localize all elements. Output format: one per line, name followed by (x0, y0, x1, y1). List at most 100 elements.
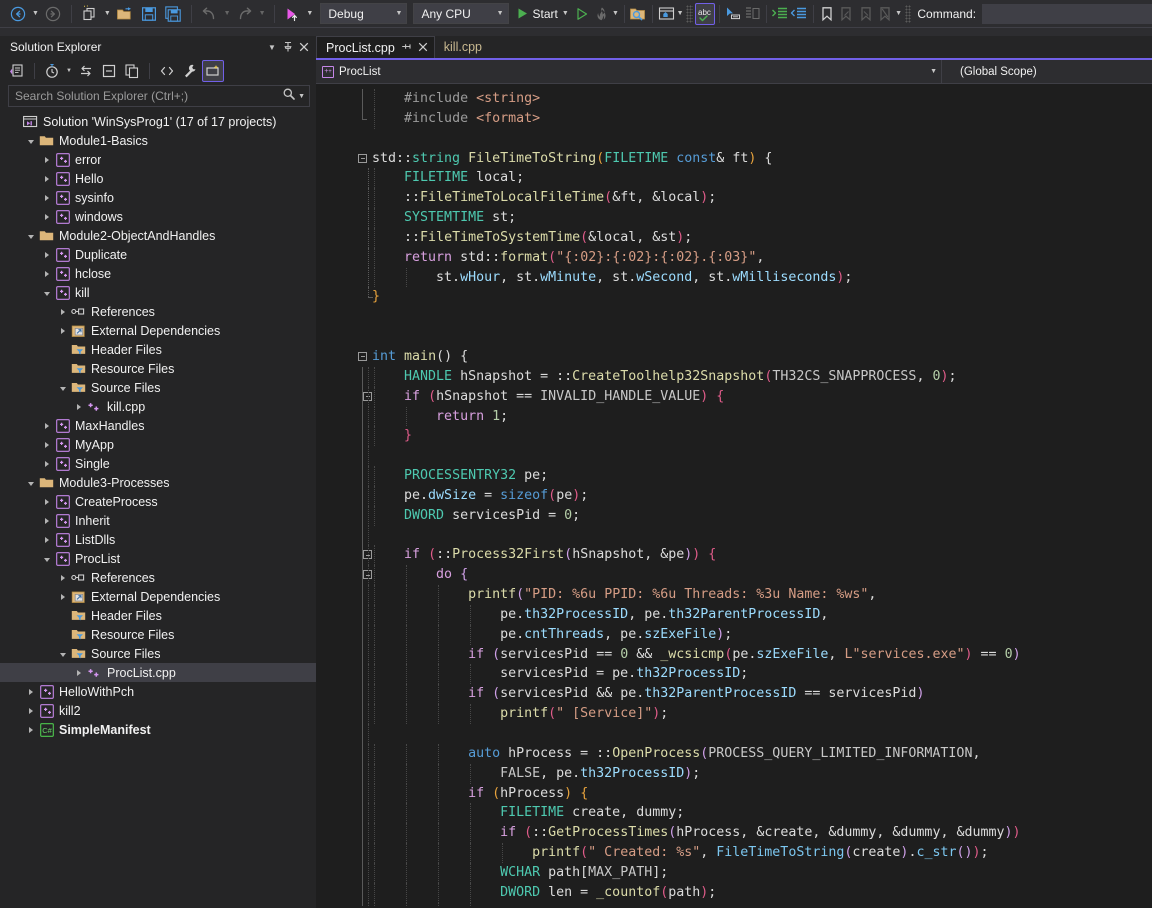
open-file-icon[interactable] (113, 3, 137, 25)
start-debug-button[interactable]: Start ▼ (512, 3, 573, 25)
tree-item-source-files[interactable]: Source Files (0, 378, 316, 397)
editor-glyph-margin[interactable] (316, 526, 372, 546)
save-all-icon[interactable] (161, 3, 185, 25)
hot-reload-icon[interactable] (592, 3, 611, 25)
decrease-indent-icon[interactable] (790, 3, 809, 25)
toolbar-grip-2[interactable] (905, 5, 911, 23)
collapse-arrow-icon[interactable] (56, 378, 70, 397)
chevron-down-icon[interactable]: ▼ (562, 10, 569, 17)
editor-glyph-margin[interactable] (316, 268, 372, 288)
navigate-back-dropdown-icon[interactable]: ▼ (30, 3, 41, 25)
expand-arrow-icon[interactable] (72, 663, 86, 682)
editor-glyph-margin[interactable] (316, 784, 372, 804)
tree-item-references[interactable]: References (0, 568, 316, 587)
hot-reload-dropdown-icon[interactable]: ▼ (611, 3, 620, 25)
editor-glyph-margin[interactable] (316, 89, 372, 109)
properties-wrench-icon[interactable] (179, 60, 201, 82)
undo-icon[interactable] (198, 3, 222, 25)
editor-glyph-margin[interactable] (316, 426, 372, 446)
tree-item-external-dependencies[interactable]: External Dependencies (0, 321, 316, 340)
tree-item-external-dependencies[interactable]: External Dependencies (0, 587, 316, 606)
editor-glyph-margin[interactable] (316, 307, 372, 327)
close-icon[interactable] (296, 39, 312, 55)
editor-glyph-margin[interactable] (316, 188, 372, 208)
bookmark-overflow-icon[interactable]: ▼ (894, 3, 903, 25)
project-scope-dropdown[interactable]: ++ ProcList ▼ (316, 60, 942, 83)
editor-glyph-margin[interactable] (316, 248, 372, 268)
tree-item-header-files[interactable]: Header Files (0, 606, 316, 625)
editor-glyph-margin[interactable] (316, 843, 372, 863)
member-scope-dropdown[interactable]: (Global Scope) (942, 60, 1152, 83)
search-options-dropdown-icon[interactable]: ▼ (298, 93, 305, 100)
expand-arrow-icon[interactable] (56, 568, 70, 587)
editor-glyph-margin[interactable] (316, 565, 372, 585)
editor-glyph-margin[interactable] (316, 129, 372, 149)
tree-item-kill-cpp[interactable]: kill.cpp (0, 397, 316, 416)
tree-item-duplicate[interactable]: Duplicate (0, 245, 316, 264)
tree-item-resource-files[interactable]: Resource Files (0, 359, 316, 378)
tree-item-sysinfo[interactable]: sysinfo (0, 188, 316, 207)
close-tab-icon[interactable] (418, 41, 428, 55)
expand-arrow-icon[interactable] (56, 321, 70, 340)
tree-item-header-files[interactable]: Header Files (0, 340, 316, 359)
document-tab-proclist-cpp[interactable]: ProcList.cpp (316, 36, 435, 58)
editor-glyph-margin[interactable] (316, 466, 372, 486)
editor-glyph-margin[interactable] (316, 903, 372, 906)
tree-item-maxhandles[interactable]: MaxHandles (0, 416, 316, 435)
code-editor-surface[interactable]: #include <string> #include <format> std:… (316, 84, 1152, 906)
editor-glyph-margin[interactable] (316, 506, 372, 526)
editor-glyph-margin[interactable] (316, 605, 372, 625)
new-project-dropdown-icon[interactable]: ▼ (102, 3, 113, 25)
expand-arrow-icon[interactable] (40, 188, 54, 207)
spell-check-abc-icon[interactable]: abc (695, 3, 715, 25)
tree-item-inherit[interactable]: Inherit (0, 511, 316, 530)
source-code[interactable]: #include <string> #include <format> std:… (316, 84, 1152, 906)
tree-item-resource-files[interactable]: Resource Files (0, 625, 316, 644)
editor-glyph-margin[interactable] (316, 645, 372, 665)
editor-glyph-margin[interactable] (316, 208, 372, 228)
pin-icon[interactable] (280, 39, 296, 55)
expand-arrow-icon[interactable] (40, 435, 54, 454)
expand-arrow-icon[interactable] (40, 530, 54, 549)
toolbar-grip[interactable] (686, 5, 692, 23)
document-tab-kill-cpp[interactable]: kill.cpp (435, 36, 488, 58)
editor-glyph-margin[interactable] (316, 149, 372, 169)
tree-item-simplemanifest[interactable]: C#SimpleManifest (0, 720, 316, 739)
expand-arrow-icon[interactable] (56, 587, 70, 606)
tree-item-source-files[interactable]: Source Files (0, 644, 316, 663)
tree-item-module3-processes[interactable]: Module3-Processes (0, 473, 316, 492)
view-code-icon[interactable] (6, 60, 28, 82)
collapse-arrow-icon[interactable] (24, 131, 38, 150)
comment-selection-icon[interactable] (724, 3, 743, 25)
editor-glyph-margin[interactable] (316, 545, 372, 565)
new-project-icon[interactable] (78, 3, 102, 25)
find-in-files-icon[interactable] (629, 3, 648, 25)
tree-item-listdlls[interactable]: ListDlls (0, 530, 316, 549)
solution-explorer-window-icon[interactable] (657, 3, 676, 25)
tree-item-createprocess[interactable]: CreateProcess (0, 492, 316, 511)
collapse-arrow-icon[interactable] (24, 473, 38, 492)
editor-glyph-margin[interactable] (316, 347, 372, 367)
expand-arrow-icon[interactable] (56, 302, 70, 321)
expand-arrow-icon[interactable] (40, 454, 54, 473)
sync-with-active-document-icon[interactable] (75, 60, 97, 82)
filter-dropdown-icon[interactable]: ▼ (64, 60, 74, 82)
editor-glyph-margin[interactable] (316, 585, 372, 605)
editor-glyph-margin[interactable] (316, 367, 372, 387)
editor-glyph-margin[interactable] (316, 823, 372, 843)
editor-glyph-margin[interactable] (316, 486, 372, 506)
expand-arrow-icon[interactable] (40, 492, 54, 511)
navigate-forward-icon[interactable] (41, 3, 65, 25)
tree-item-kill2[interactable]: kill2 (0, 701, 316, 720)
tree-item-module1-basics[interactable]: Module1-Basics (0, 131, 316, 150)
uncomment-selection-icon[interactable] (743, 3, 762, 25)
show-all-files-icon[interactable] (121, 60, 143, 82)
expand-arrow-icon[interactable] (40, 416, 54, 435)
editor-glyph-margin[interactable] (316, 446, 372, 466)
search-input[interactable] (13, 88, 282, 104)
window-dropdown-icon[interactable]: ▼ (264, 39, 280, 55)
expand-arrow-icon[interactable] (40, 264, 54, 283)
editor-glyph-margin[interactable] (316, 228, 372, 248)
configuration-dropdown[interactable]: Debug ▼ (320, 3, 407, 24)
attach-to-process-icon[interactable] (280, 3, 304, 25)
